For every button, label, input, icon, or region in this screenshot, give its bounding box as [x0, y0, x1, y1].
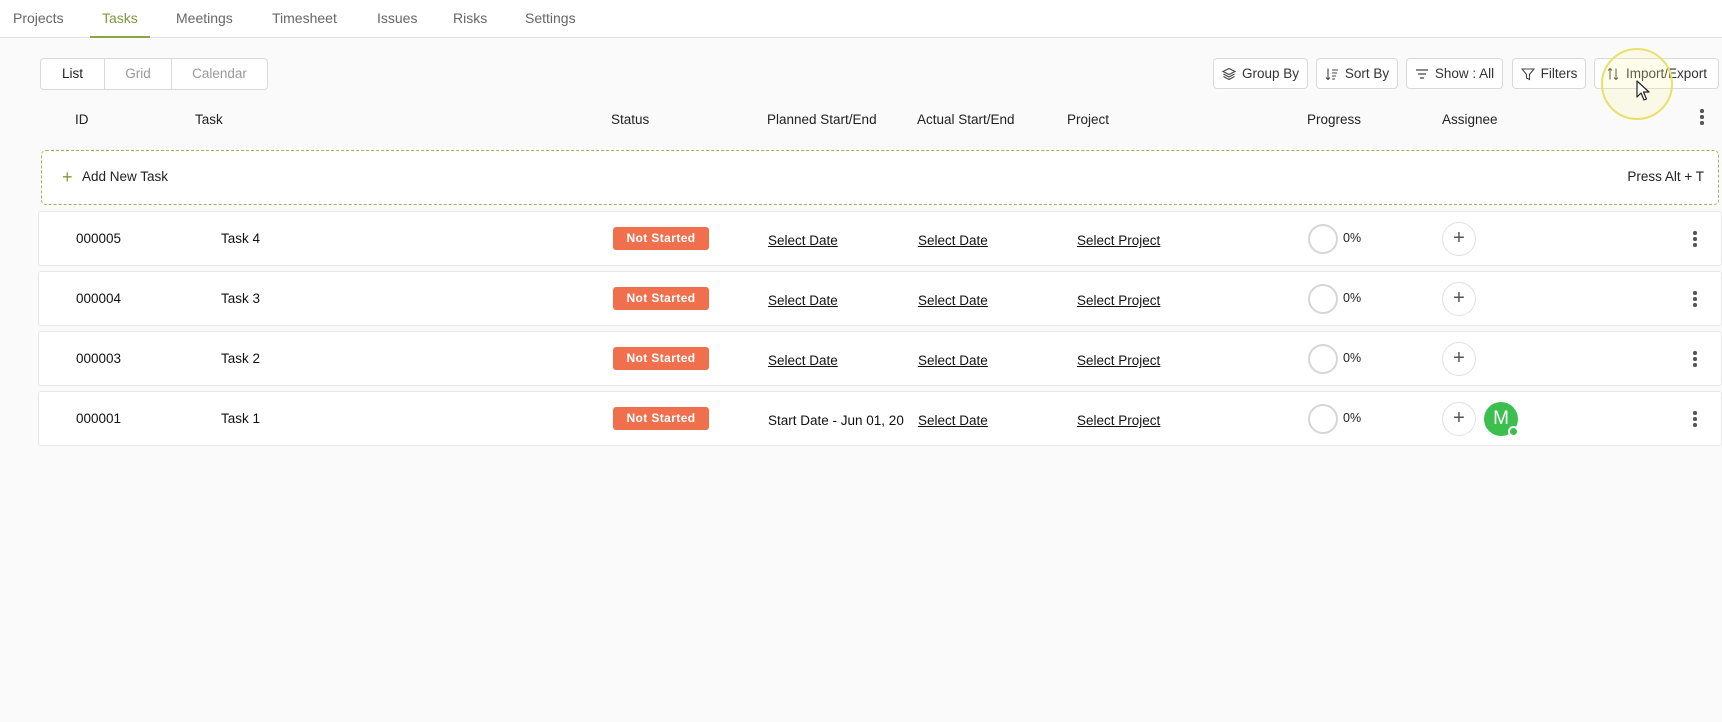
progress-ring: [1308, 224, 1338, 254]
progress-value: 0%: [1343, 231, 1362, 245]
column-header-assignee: Assignee: [1442, 112, 1498, 127]
progress-value: 0%: [1343, 291, 1362, 305]
task-id: 000005: [76, 231, 122, 246]
table-row[interactable]: 000005 Task 4 Not Started Select Date Se…: [38, 211, 1722, 266]
add-assignee-button[interactable]: +: [1442, 282, 1476, 316]
actual-date-link[interactable]: Select Date: [918, 233, 988, 248]
import-export-button[interactable]: Import/Export: [1594, 58, 1719, 89]
progress-ring: [1308, 344, 1338, 374]
select-project-link[interactable]: Select Project: [1077, 293, 1160, 308]
progress-ring: [1308, 284, 1338, 314]
status-badge[interactable]: Not Started: [613, 347, 709, 370]
progress-ring: [1308, 404, 1338, 434]
planned-date-link[interactable]: Select Date: [768, 233, 838, 248]
tab-issues[interactable]: Issues: [377, 0, 417, 38]
filters-label: Filters: [1540, 66, 1578, 81]
group-by-button[interactable]: Group By: [1213, 58, 1308, 89]
row-menu-icon[interactable]: [1691, 411, 1699, 427]
view-list-button[interactable]: List: [41, 59, 105, 89]
column-header-actual: Actual Start/End: [917, 112, 1015, 127]
tab-projects[interactable]: Projects: [13, 0, 64, 38]
filters-button[interactable]: Filters: [1512, 58, 1586, 89]
sort-by-label: Sort By: [1344, 66, 1390, 81]
layers-icon: [1221, 67, 1236, 80]
tab-risks[interactable]: Risks: [453, 0, 487, 38]
sort-icon: [1325, 68, 1338, 80]
column-header-planned: Planned Start/End: [767, 112, 877, 127]
column-header-task: Task: [195, 112, 223, 127]
select-project-link[interactable]: Select Project: [1077, 233, 1160, 248]
top-navigation: Projects Tasks Meetings Timesheet Issues…: [0, 0, 1722, 38]
add-assignee-button[interactable]: +: [1442, 222, 1476, 256]
actual-date-link[interactable]: Select Date: [918, 353, 988, 368]
group-by-label: Group By: [1241, 66, 1300, 81]
column-header-project: Project: [1067, 112, 1110, 127]
task-name[interactable]: Task 3: [221, 291, 260, 306]
actual-date-link[interactable]: Select Date: [918, 413, 988, 428]
column-header-id: ID: [75, 112, 89, 127]
shortcut-hint: Press Alt + T: [1627, 169, 1704, 184]
add-new-task-row[interactable]: + Add New Task Press Alt + T: [41, 150, 1719, 205]
task-id: 000003: [76, 351, 122, 366]
tab-settings[interactable]: Settings: [525, 0, 576, 38]
avatar-initial: M: [1493, 408, 1509, 429]
import-export-label: Import/Export: [1625, 66, 1708, 81]
task-name[interactable]: Task 2: [221, 351, 260, 366]
planned-date-link[interactable]: Select Date: [768, 293, 838, 308]
online-status-dot: [1508, 426, 1519, 437]
status-badge[interactable]: Not Started: [613, 287, 709, 310]
progress-value: 0%: [1343, 351, 1362, 365]
show-all-label: Show : All: [1434, 66, 1495, 81]
select-project-link[interactable]: Select Project: [1077, 353, 1160, 368]
planned-date-link[interactable]: Select Date: [768, 353, 838, 368]
sort-by-button[interactable]: Sort By: [1316, 58, 1398, 89]
planned-date-value[interactable]: Start Date - Jun 01, 20: [768, 413, 904, 428]
import-export-icon: [1607, 67, 1619, 80]
columns-menu-icon[interactable]: [1698, 109, 1706, 125]
avatar[interactable]: M: [1484, 402, 1519, 437]
task-name[interactable]: Task 4: [221, 231, 260, 246]
view-grid-button[interactable]: Grid: [105, 59, 172, 89]
view-calendar-button[interactable]: Calendar: [172, 59, 267, 89]
tab-timesheet[interactable]: Timesheet: [272, 0, 337, 38]
tab-tasks[interactable]: Tasks: [90, 0, 150, 38]
funnel-icon: [1520, 67, 1535, 80]
task-id: 000004: [76, 291, 122, 306]
status-badge[interactable]: Not Started: [613, 407, 709, 430]
plus-icon: +: [62, 167, 73, 187]
tab-meetings[interactable]: Meetings: [176, 0, 233, 38]
status-badge[interactable]: Not Started: [613, 227, 709, 250]
task-name[interactable]: Task 1: [221, 411, 260, 426]
column-header-progress: Progress: [1307, 112, 1362, 127]
list-filter-icon: [1415, 68, 1428, 79]
row-menu-icon[interactable]: [1691, 291, 1699, 307]
row-menu-icon[interactable]: [1691, 231, 1699, 247]
task-id: 000001: [76, 411, 122, 426]
add-new-task-label: Add New Task: [82, 169, 169, 184]
actual-date-link[interactable]: Select Date: [918, 293, 988, 308]
show-all-button[interactable]: Show : All: [1406, 58, 1503, 89]
table-row[interactable]: 000004 Task 3 Not Started Select Date Se…: [38, 271, 1722, 326]
table-row[interactable]: 000003 Task 2 Not Started Select Date Se…: [38, 331, 1722, 386]
view-switcher: List Grid Calendar: [40, 58, 268, 90]
column-header-status: Status: [611, 112, 650, 127]
add-assignee-button[interactable]: +: [1442, 402, 1476, 436]
row-menu-icon[interactable]: [1691, 351, 1699, 367]
table-row[interactable]: 000001 Task 1 Not Started Start Date - J…: [38, 391, 1722, 446]
select-project-link[interactable]: Select Project: [1077, 413, 1160, 428]
progress-value: 0%: [1343, 411, 1362, 425]
add-assignee-button[interactable]: +: [1442, 342, 1476, 376]
